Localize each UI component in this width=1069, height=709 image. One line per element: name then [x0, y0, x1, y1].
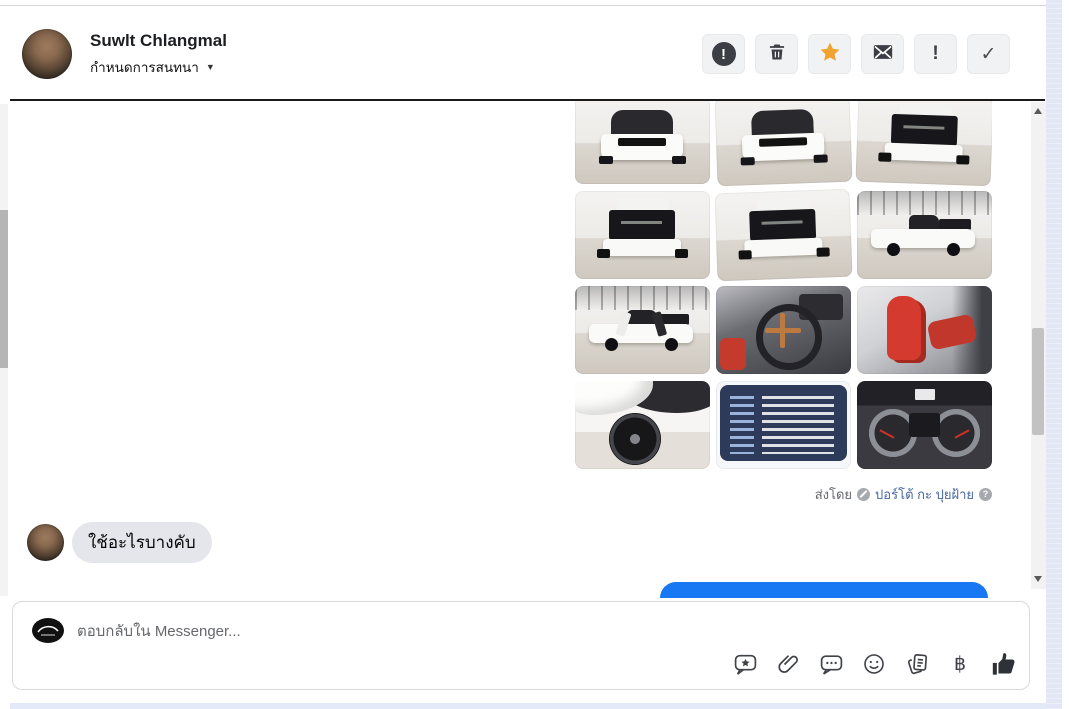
photo-interior-racing-seats[interactable] [857, 286, 992, 374]
left-scrollbar-thumb[interactable] [0, 210, 8, 368]
page-logo-avatar [31, 617, 65, 644]
incoming-message-bubble: ใช้อะไรบางคับ [72, 522, 212, 563]
conversation-header: Suwlt Chlangmal กำหนดการสนทนา ▼ ! ! ✓ [10, 6, 1045, 99]
scroll-down-arrow[interactable] [1034, 576, 1042, 582]
star-button[interactable] [808, 34, 851, 74]
conversation-schedule-dropdown[interactable]: กำหนดการสนทนา ▼ [90, 56, 215, 78]
check-icon: ✓ [980, 43, 997, 65]
photo-truck-rear-quarter[interactable] [855, 101, 992, 187]
mail-icon [872, 41, 894, 68]
user-avatar[interactable] [22, 29, 72, 79]
incoming-message-text: ใช้อะไรบางคับ [88, 533, 196, 552]
conversation-actions: ! ! ✓ [702, 34, 1010, 74]
page-background-strip-bottom [10, 703, 1046, 709]
paperclip-icon[interactable] [774, 650, 802, 678]
photo-interior-steering-wheel[interactable] [716, 286, 851, 374]
circle-exclamation-icon: ! [711, 42, 736, 66]
photo-truck-front[interactable] [575, 101, 710, 184]
comment-dots-icon[interactable] [817, 650, 845, 678]
outgoing-message-bubble-clipped [660, 582, 988, 598]
photo-dashboard-gauges[interactable] [857, 381, 992, 469]
payment-baht-icon[interactable]: ฿ [946, 650, 974, 678]
chat-scrollbar-thumb[interactable] [1032, 328, 1044, 435]
scroll-up-arrow[interactable] [1034, 108, 1042, 114]
sent-by-attribution: ส่งโดย ปอร์โต้ กะ ปุยฝ้าย ? [815, 485, 992, 503]
admin-badge-icon [857, 487, 871, 501]
page-background-strip-right [1046, 0, 1062, 709]
chat-scrollbar-track[interactable] [1031, 102, 1046, 589]
trash-icon [767, 42, 787, 67]
photo-truck-side[interactable] [857, 191, 992, 279]
photo-truck-front-quarter[interactable] [714, 101, 853, 187]
thumbs-up-icon[interactable] [989, 650, 1017, 678]
emoji-icon[interactable] [860, 650, 888, 678]
photo-truck-rear[interactable] [575, 191, 710, 279]
photo-spec-sheet[interactable] [716, 381, 851, 469]
left-scrollbar-track[interactable] [0, 104, 8, 596]
page-name-link[interactable]: ปอร์โต้ กะ ปุยฝ้าย [875, 484, 974, 505]
reply-composer: ฿ [12, 601, 1030, 690]
conversation-schedule-label: กำหนดการสนทนา [90, 60, 199, 75]
exclamation-icon: ! [932, 43, 939, 64]
composer-tools: ฿ [731, 650, 1017, 678]
saved-replies-icon[interactable] [903, 650, 931, 678]
mark-done-button[interactable]: ✓ [967, 34, 1010, 74]
sent-by-label: ส่งโดย [814, 486, 853, 502]
photo-truck-rear-quarter-2[interactable] [714, 188, 853, 282]
user-name: Suwlt Chlangmal [90, 31, 227, 50]
sticker-icon[interactable] [731, 650, 759, 678]
reply-input[interactable] [75, 616, 639, 646]
help-icon[interactable]: ? [979, 487, 992, 501]
photo-wheel-closeup[interactable] [575, 381, 710, 469]
chevron-down-icon: ▼ [205, 62, 215, 72]
delete-button[interactable] [755, 34, 798, 74]
mark-important-button[interactable]: ! [914, 34, 957, 74]
photo-truck-side-doors-open[interactable] [575, 286, 710, 374]
star-icon [819, 41, 841, 68]
photo-attachment-grid [575, 101, 992, 470]
report-button[interactable]: ! [702, 34, 745, 74]
mark-unread-button[interactable] [861, 34, 904, 74]
message-sender-avatar[interactable] [27, 524, 64, 561]
